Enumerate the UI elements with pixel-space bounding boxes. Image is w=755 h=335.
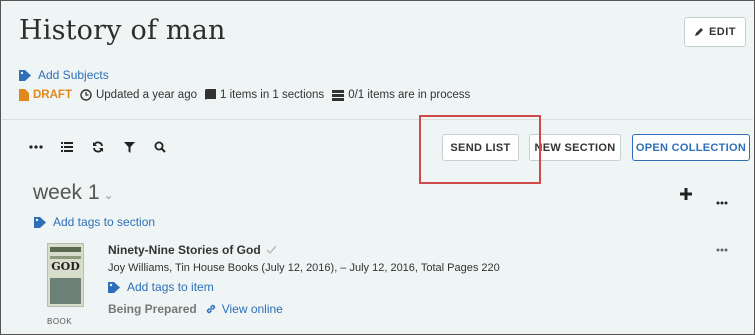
- filter-icon[interactable]: [122, 140, 136, 154]
- highlight-box: [419, 115, 541, 184]
- item-more-icon[interactable]: [716, 239, 728, 257]
- stack-icon: [332, 89, 345, 101]
- new-section-button[interactable]: NEW SECTION: [529, 134, 621, 161]
- collection-page: History of man EDIT Add Subjects DRAFT U…: [0, 0, 755, 335]
- file-icon: [19, 89, 29, 101]
- view-online-label: View online: [221, 302, 283, 316]
- updated-text: Updated a year ago: [95, 89, 197, 101]
- view-online-link[interactable]: View online: [205, 302, 283, 316]
- add-subjects-label: Add Subjects: [38, 68, 109, 82]
- cover-illustration: [50, 278, 81, 304]
- header-divider: [2, 119, 753, 120]
- tag-icon: [108, 281, 120, 293]
- tag-icon: [34, 216, 46, 228]
- check-icon: [266, 245, 277, 255]
- edit-button-label: EDIT: [708, 26, 737, 38]
- plus-icon: [680, 188, 692, 200]
- book-icon: [205, 89, 216, 101]
- list-icon[interactable]: [60, 140, 74, 154]
- more-icon[interactable]: [29, 140, 43, 154]
- add-tags-section-label: Add tags to section: [53, 215, 156, 229]
- edit-button[interactable]: EDIT: [684, 17, 746, 47]
- search-icon[interactable]: [153, 140, 167, 154]
- item-title-text: Ninety-Nine Stories of God: [108, 243, 261, 257]
- section-more-icon[interactable]: [716, 192, 728, 210]
- add-item-button[interactable]: [680, 187, 692, 205]
- clock-icon: [80, 89, 92, 101]
- pencil-icon: [694, 28, 703, 36]
- item-status: Being Prepared: [108, 302, 197, 316]
- link-icon: [206, 304, 215, 314]
- add-tags-item-link[interactable]: Add tags to item: [108, 280, 214, 294]
- section-name: week 1: [33, 181, 100, 204]
- item-description: Joy Williams, Tin House Books (July 12, …: [108, 262, 500, 274]
- book-cover[interactable]: GOD: [47, 243, 84, 307]
- add-tags-section-link[interactable]: Add tags to section: [34, 215, 155, 229]
- cover-band: [50, 247, 81, 252]
- item-type-label: BOOK: [47, 317, 73, 326]
- page-title: History of man: [19, 15, 226, 46]
- chevron-down-icon[interactable]: ⌄: [104, 188, 114, 202]
- section-title[interactable]: week 1 ⌄: [33, 181, 114, 205]
- item-status-row: Being Prepared View online: [108, 302, 283, 316]
- cover-title: GOD: [51, 260, 80, 273]
- draft-badge: DRAFT: [33, 89, 72, 101]
- items-count-text: 1 items in 1 sections: [220, 89, 325, 101]
- tag-icon: [19, 69, 31, 81]
- list-toolbar: [29, 140, 167, 154]
- cover-stripe: [50, 256, 81, 259]
- in-process-text: 0/1 items are in process: [348, 89, 471, 101]
- collection-meta: DRAFT Updated a year ago 1 items in 1 se…: [19, 89, 478, 101]
- add-subjects-link[interactable]: Add Subjects: [19, 68, 109, 82]
- open-collection-button[interactable]: OPEN COLLECTION: [632, 134, 750, 161]
- add-tags-item-label: Add tags to item: [127, 280, 214, 294]
- refresh-icon[interactable]: [91, 140, 105, 154]
- item-title[interactable]: Ninety-Nine Stories of God: [108, 243, 277, 257]
